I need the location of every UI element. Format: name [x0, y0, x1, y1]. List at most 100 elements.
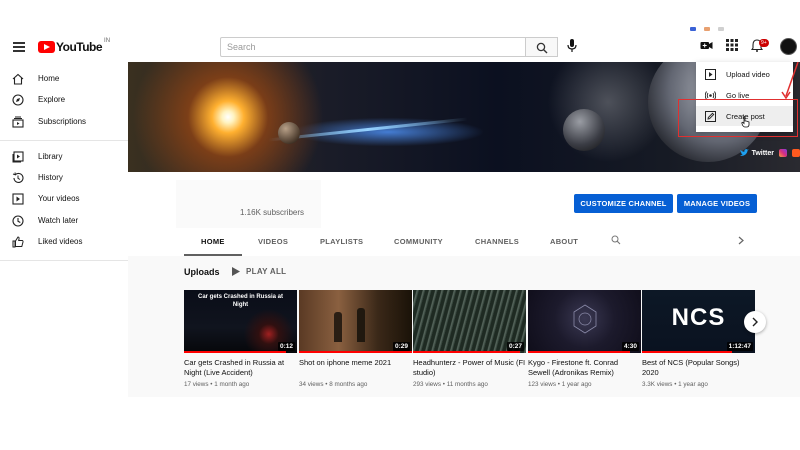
- tab-about[interactable]: ABOUT: [550, 237, 578, 246]
- upload-video-icon: [705, 69, 716, 80]
- sidebar-item-liked-videos[interactable]: Liked videos: [0, 233, 128, 251]
- video-thumbnail[interactable]: 0:27: [413, 290, 526, 353]
- subscriptions-icon: [12, 116, 24, 128]
- thumbnail-figure: [334, 312, 342, 342]
- video-card[interactable]: 0:27 Headhunterz - Power of Music (FI st…: [413, 290, 526, 388]
- sidebar: Home Explore Subscriptions Library Histo…: [0, 62, 128, 450]
- tab-videos[interactable]: VIDEOS: [258, 237, 288, 246]
- twitter-link[interactable]: Twitter: [739, 149, 774, 157]
- uploads-title[interactable]: Uploads: [184, 267, 220, 277]
- thumbs-up-icon: [12, 236, 24, 248]
- video-title[interactable]: Kygo - Firestone ft. Conrad Sewell (Adro…: [528, 358, 641, 378]
- video-duration: 0:27: [506, 342, 524, 351]
- extension-icon[interactable]: [704, 27, 710, 31]
- video-card[interactable]: NCS 1:12:47 Best of NCS (Popular Songs) …: [642, 290, 755, 388]
- customize-channel-button[interactable]: CUSTOMIZE CHANNEL: [574, 194, 673, 213]
- masthead: YouTube IN 9+: [0, 34, 800, 62]
- sidebar-item-history[interactable]: History: [0, 169, 128, 187]
- video-title[interactable]: Shot on iphone meme 2021: [299, 358, 412, 378]
- social-link-icon[interactable]: [792, 149, 800, 157]
- sidebar-item-watch-later[interactable]: Watch later: [0, 212, 128, 230]
- sidebar-item-explore[interactable]: Explore: [0, 91, 128, 109]
- video-thumbnail[interactable]: Car gets Crashed in Russia at Night 0:12: [184, 290, 297, 353]
- video-title[interactable]: Car gets Crashed in Russia at Night (Liv…: [184, 358, 297, 378]
- video-thumbnail[interactable]: NCS 1:12:47: [642, 290, 755, 353]
- video-meta: 17 views • 1 month ago: [184, 381, 250, 388]
- video-title[interactable]: Best of NCS (Popular Songs) 2020: [642, 358, 755, 378]
- tab-channels[interactable]: CHANNELS: [475, 237, 519, 246]
- video-duration: 0:29: [392, 342, 410, 351]
- uploads-shelf: Uploads PLAY ALL Car gets Crashed in Rus…: [128, 256, 800, 397]
- video-duration: 1:12:47: [726, 342, 753, 351]
- library-icon: [12, 151, 24, 163]
- sidebar-item-library[interactable]: Library: [0, 148, 128, 166]
- sidebar-item-label: Watch later: [38, 216, 79, 225]
- logo-play-icon: [38, 41, 55, 53]
- apps-grid-icon[interactable]: [726, 39, 738, 51]
- menu-item-upload-video[interactable]: Upload video: [696, 64, 793, 84]
- instagram-icon[interactable]: [779, 149, 787, 157]
- your-videos-icon: [12, 193, 24, 205]
- play-all-label: PLAY ALL: [246, 267, 287, 276]
- home-icon: [12, 73, 24, 85]
- youtube-logo[interactable]: YouTube IN: [38, 38, 111, 54]
- play-all-button[interactable]: PLAY ALL: [232, 267, 286, 276]
- sidebar-item-label: Home: [38, 74, 60, 83]
- browser-strip: [0, 0, 800, 34]
- sidebar-item-label: Explore: [38, 95, 66, 104]
- shelf-next-button[interactable]: [744, 311, 766, 333]
- video-meta: 34 views • 8 months ago: [299, 381, 368, 388]
- sidebar-item-label: Library: [38, 152, 63, 161]
- tab-community[interactable]: COMMUNITY: [394, 237, 443, 246]
- subscriber-count: 1.16K subscribers: [240, 208, 305, 217]
- sidebar-item-label: History: [38, 173, 63, 182]
- watch-progress: [299, 351, 412, 353]
- watch-progress: [528, 351, 630, 353]
- search-bar: [220, 37, 558, 57]
- video-thumbnail[interactable]: 4:30: [528, 290, 641, 353]
- search-input[interactable]: [220, 37, 526, 57]
- notification-badge: 9+: [759, 39, 769, 47]
- video-thumbnail[interactable]: 0:29: [299, 290, 412, 353]
- video-card[interactable]: 4:30 Kygo - Firestone ft. Conrad Sewell …: [528, 290, 641, 388]
- channel-name-area: [176, 180, 321, 228]
- banner-planet: [563, 109, 605, 151]
- chevron-right-icon: [752, 317, 758, 327]
- avatar[interactable]: [780, 38, 797, 55]
- twitter-icon: [739, 149, 749, 156]
- sidebar-item-subscriptions[interactable]: Subscriptions: [0, 113, 128, 131]
- menu-icon[interactable]: [13, 42, 25, 52]
- manage-videos-button[interactable]: MANAGE VIDEOS: [677, 194, 757, 213]
- tabs-chevron-right-icon[interactable]: [738, 236, 744, 245]
- tab-home[interactable]: HOME: [201, 237, 225, 246]
- sidebar-item-your-videos[interactable]: Your videos: [0, 190, 128, 208]
- video-title[interactable]: Headhunterz - Power of Music (FI studio): [413, 358, 526, 378]
- video-duration: 0:12: [277, 342, 295, 351]
- channel-search-icon[interactable]: [611, 235, 621, 245]
- channel-header: 1.16K subscribers CUSTOMIZE CHANNEL MANA…: [128, 172, 800, 256]
- sidebar-divider: [0, 260, 128, 261]
- history-icon: [12, 172, 24, 184]
- search-button[interactable]: [526, 37, 558, 57]
- video-meta: 123 views • 1 year ago: [528, 381, 592, 388]
- sidebar-item-label: Subscriptions: [38, 117, 87, 126]
- microphone-icon[interactable]: [567, 39, 577, 53]
- logo-region: IN: [104, 38, 111, 44]
- video-card[interactable]: Car gets Crashed in Russia at Night 0:12…: [184, 290, 297, 388]
- banner-links: Twitter: [739, 149, 800, 157]
- video-card[interactable]: 0:29 Shot on iphone meme 2021 34 views •…: [299, 290, 412, 388]
- tab-playlists[interactable]: PLAYLISTS: [320, 237, 363, 246]
- twitter-link-label: Twitter: [751, 149, 774, 157]
- create-video-icon[interactable]: [700, 39, 713, 52]
- extension-icon[interactable]: [718, 27, 724, 31]
- logo-text: YouTube: [56, 40, 103, 54]
- sidebar-item-home[interactable]: Home: [0, 70, 128, 88]
- banner-planet: [278, 122, 300, 144]
- sidebar-divider: [0, 140, 128, 141]
- watch-progress: [413, 351, 521, 353]
- watch-progress: [184, 351, 286, 353]
- menu-item-label: Upload video: [726, 70, 770, 79]
- play-icon: [232, 267, 240, 276]
- extension-icon[interactable]: [690, 27, 696, 31]
- compass-icon: [12, 94, 24, 106]
